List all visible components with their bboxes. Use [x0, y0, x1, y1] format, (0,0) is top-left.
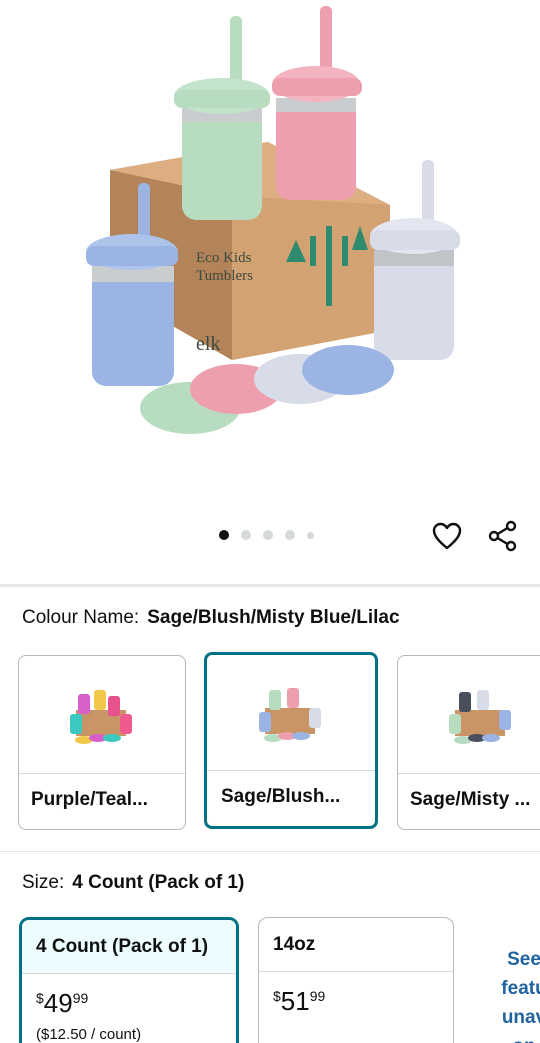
section-divider — [0, 851, 540, 852]
colour-option-purple-teal[interactable]: Purple/Teal... — [18, 655, 186, 830]
colour-option-sage-misty[interactable]: Sage/Misty ... — [397, 655, 540, 830]
gallery-dot[interactable] — [219, 530, 229, 540]
product-image-gallery[interactable]: Eco Kids Tumblers elk — [0, 0, 540, 510]
colour-option-sage-blush[interactable]: Sage/Blush... — [204, 652, 378, 829]
box-title-line1: Eco Kids — [196, 250, 252, 266]
box-title-line2: Tumblers — [196, 268, 253, 284]
section-divider — [0, 584, 540, 587]
size-option-14oz[interactable]: 14oz $5199 — [258, 917, 454, 1043]
size-option-4-count[interactable]: 4 Count (Pack of 1) $4999 ($12.50 / coun… — [19, 917, 239, 1043]
colour-option-name: Sage/Blush... — [221, 786, 341, 807]
colour-name-label: Colour Name: — [22, 607, 140, 628]
colour-option-thumbnail — [207, 655, 375, 771]
size-row: Size: 4 Count (Pack of 1) — [22, 872, 244, 894]
size-selected-value: 4 Count (Pack of 1) — [72, 872, 245, 893]
size-option-unit-price: ($12.50 / count) — [36, 1026, 142, 1043]
share-icon[interactable] — [486, 519, 520, 553]
colour-option-thumbnail — [19, 656, 185, 774]
colour-option-thumbnail — [398, 656, 540, 774]
gallery-pagination[interactable] — [219, 530, 314, 540]
size-option-price: $5199 — [273, 986, 326, 1016]
colour-selected-value: Sage/Blush/Misty Blue/Lilac — [147, 607, 400, 628]
colour-name-row: Colour Name: Sage/Blush/Misty Blue/Lilac — [22, 607, 400, 629]
size-option-title: 14oz — [259, 918, 453, 972]
see-unavailable-options-link[interactable]: See featu unav op — [494, 945, 540, 1043]
size-option-title: 4 Count (Pack of 1) — [22, 920, 236, 974]
heart-icon[interactable] — [430, 519, 464, 553]
size-option-price: $4999 — [36, 988, 89, 1018]
gallery-dot[interactable] — [263, 530, 273, 540]
gallery-dot[interactable] — [285, 530, 295, 540]
colour-option-name: Sage/Misty ... — [410, 789, 531, 810]
size-label: Size: — [22, 872, 65, 893]
box-brand: elk — [196, 333, 220, 355]
colour-option-name: Purple/Teal... — [31, 789, 148, 810]
gallery-dot[interactable] — [307, 531, 314, 539]
product-image: Eco Kids Tumblers elk — [86, 6, 460, 434]
gallery-dot[interactable] — [241, 530, 251, 540]
